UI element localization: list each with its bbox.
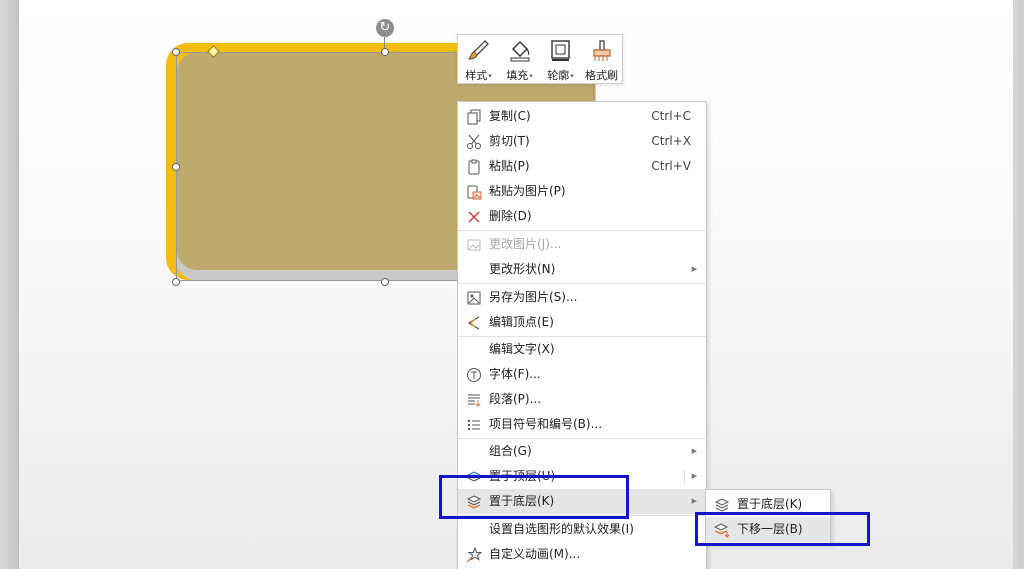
resize-handle-top-left[interactable] [172, 48, 180, 56]
menu-separator [458, 515, 706, 516]
menu-item-save-as-image[interactable]: 另存为图片(S)... [458, 285, 706, 310]
format-painter-label: 格式刷 [585, 69, 618, 82]
bring-to-front-icon [466, 471, 482, 482]
brush-icon [468, 40, 489, 60]
send-to-back-icon [466, 495, 482, 509]
fill-button[interactable]: 填充▾ [499, 35, 540, 83]
menu-item-label: 置于底层(K) [737, 497, 803, 511]
save-image-icon [467, 291, 481, 305]
layers-icon [714, 498, 730, 512]
menu-item-label: 另存为图片(S)... [489, 290, 578, 304]
fill-bucket-icon [510, 41, 530, 62]
menu-item-set-default-effect[interactable]: 设置自选图形的默认效果(I) [458, 517, 706, 542]
paste-image-icon [467, 185, 482, 200]
submenu-arrow-icon: ▶ [691, 472, 697, 480]
style-label: 样式 [465, 69, 488, 82]
copy-shortcut: Ctrl+C [651, 109, 691, 123]
rotate-handle-icon[interactable]: ↻ [376, 19, 394, 37]
paragraph-icon [468, 394, 481, 407]
menu-item-label: 设置自选图形的默认效果(I) [489, 522, 634, 536]
menu-item-label: 更改图片(J)... [489, 237, 562, 251]
cut-shortcut: Ctrl+X [651, 134, 691, 148]
resize-handle-bottom[interactable] [381, 278, 389, 286]
menu-item-send-to-back[interactable]: 置于底层(K) ▶ [458, 489, 706, 514]
change-picture-icon [467, 239, 481, 251]
menu-item-label: 编辑文字(X) [489, 342, 555, 356]
send-backward-icon [714, 523, 730, 538]
menu-item-label: 粘贴为图片(P) [489, 184, 566, 198]
menu-item-label: 组合(G) [489, 444, 532, 458]
submenu-arrow-icon: ▶ [691, 497, 697, 505]
menu-item-custom-animation[interactable]: 自定义动画(M)... [458, 542, 706, 567]
submenu-arrow-icon: ▶ [691, 447, 697, 455]
context-menu: 复制(C) Ctrl+C 剪切(T) Ctrl+X 粘贴(P) Ctrl+V 粘… [457, 101, 707, 569]
menu-item-paste[interactable]: 粘贴(P) Ctrl+V [458, 154, 706, 179]
menu-item-label: 编辑顶点(E) [489, 315, 554, 329]
paste-icon [468, 159, 480, 175]
font-icon [467, 368, 481, 382]
outline-icon [551, 40, 570, 61]
submenu-item-send-to-back[interactable]: 置于底层(K) [706, 492, 830, 517]
menu-separator [458, 283, 706, 284]
submenu-item-send-backward[interactable]: 下移一层(B) [706, 517, 830, 542]
format-painter-button[interactable]: 格式刷 [581, 35, 622, 83]
menu-item-font[interactable]: 字体(F)... [458, 362, 706, 387]
menu-item-change-shape[interactable]: 更改形状(N) ▶ [458, 257, 706, 282]
menu-item-label: 项目符号和编号(B)... [489, 417, 603, 431]
menu-item-delete[interactable]: 删除(D) [458, 204, 706, 229]
copy-icon [467, 109, 481, 125]
menu-item-label: 字体(F)... [489, 367, 541, 381]
menu-item-label: 下移一层(B) [737, 522, 803, 536]
menu-item-label: 置于顶层(U) [489, 469, 556, 483]
menu-item-paragraph[interactable]: 段落(P)... [458, 387, 706, 412]
menu-item-label: 复制(C) [489, 109, 531, 123]
slide-panel-edge [0, 0, 18, 569]
scissors-icon [467, 134, 481, 149]
menu-item-bring-to-front[interactable]: 置于顶层(U) ▶ [458, 464, 706, 489]
menu-item-paste-as-image[interactable]: 粘贴为图片(P) [458, 179, 706, 204]
menu-item-group[interactable]: 组合(G) ▶ [458, 439, 706, 464]
outline-button[interactable]: 轮廓▾ [540, 35, 581, 83]
menu-item-cut[interactable]: 剪切(T) Ctrl+X [458, 129, 706, 154]
menu-item-label: 自定义动画(M)... [489, 547, 581, 561]
menu-item-label: 删除(D) [489, 209, 532, 223]
delete-x-icon [468, 211, 480, 223]
bullet-list-icon [468, 420, 480, 430]
menu-item-label: 粘贴(P) [489, 159, 530, 173]
animation-star-icon [466, 547, 482, 563]
menu-item-edit-text[interactable]: 编辑文字(X) [458, 337, 706, 362]
submenu-arrow-icon: ▶ [691, 265, 697, 273]
outline-label: 轮廓 [547, 69, 570, 82]
menu-item-label: 更改形状(N) [489, 262, 556, 276]
menu-item-label: 置于底层(K) [489, 494, 555, 508]
menu-item-label: 段落(P)... [489, 392, 542, 406]
format-painter-icon [593, 40, 611, 61]
canvas-right-edge [1013, 0, 1019, 569]
resize-handle-left[interactable] [172, 163, 180, 171]
menu-item-edit-points[interactable]: 编辑顶点(E) [458, 310, 706, 335]
style-button[interactable]: 样式▾ [458, 35, 499, 83]
menu-item-change-picture: 更改图片(J)... [458, 232, 706, 257]
menu-item-copy[interactable]: 复制(C) Ctrl+C [458, 104, 706, 129]
menu-item-label: 剪切(T) [489, 134, 530, 148]
split-divider [684, 470, 685, 483]
resize-handle-bottom-left[interactable] [172, 278, 180, 286]
menu-item-bullets-numbering[interactable]: 项目符号和编号(B)... [458, 412, 706, 437]
paste-shortcut: Ctrl+V [651, 159, 691, 173]
edit-points-icon [467, 316, 480, 330]
resize-handle-top[interactable] [381, 48, 389, 56]
fill-label: 填充 [506, 69, 529, 82]
mini-toolbar: 样式▾ 填充▾ 轮廓▾ 格式刷 [457, 34, 623, 84]
send-to-back-submenu: 置于底层(K) 下移一层(B) [705, 489, 831, 545]
menu-separator [458, 230, 706, 231]
